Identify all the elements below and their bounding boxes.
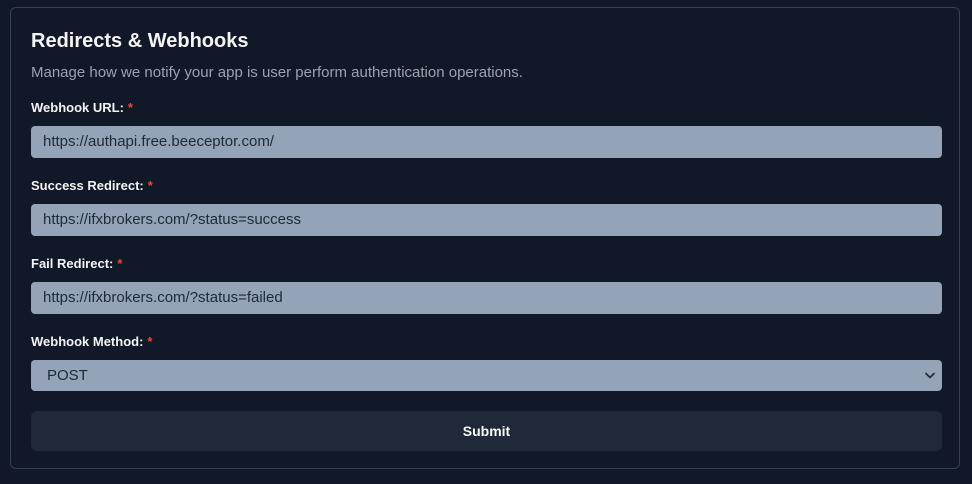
required-asterisk: *: [117, 256, 123, 271]
webhook-method-select[interactable]: POST: [31, 360, 942, 391]
card-subtitle: Manage how we notify your app is user pe…: [31, 64, 523, 81]
success-redirect-label: Success Redirect: *: [31, 178, 153, 193]
webhook-url-input[interactable]: [31, 126, 942, 158]
redirects-webhooks-card: Redirects & Webhooks Manage how we notif…: [10, 7, 960, 469]
webhook-method-label-text: Webhook Method:: [31, 334, 144, 349]
card-title: Redirects & Webhooks: [31, 30, 249, 52]
fail-redirect-label-text: Fail Redirect:: [31, 256, 114, 271]
webhook-url-label: Webhook URL: *: [31, 100, 133, 115]
success-redirect-label-text: Success Redirect:: [31, 178, 144, 193]
required-asterisk: *: [127, 100, 133, 115]
webhook-method-label: Webhook Method: *: [31, 334, 152, 349]
fail-redirect-label: Fail Redirect: *: [31, 256, 122, 271]
success-redirect-input[interactable]: [31, 204, 942, 236]
required-asterisk: *: [147, 178, 153, 193]
webhook-url-label-text: Webhook URL:: [31, 100, 124, 115]
required-asterisk: *: [147, 334, 153, 349]
webhook-method-selected-value: POST: [47, 367, 88, 384]
submit-button[interactable]: Submit: [31, 411, 942, 451]
chevron-down-icon: [924, 360, 936, 391]
fail-redirect-input[interactable]: [31, 282, 942, 314]
